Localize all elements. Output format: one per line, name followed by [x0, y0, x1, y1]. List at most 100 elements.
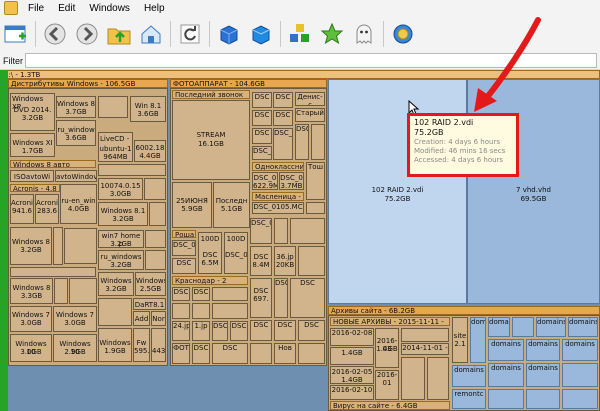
file-tile[interactable]: Последн 5.1GB — [213, 182, 250, 228]
file-tile[interactable]: Win 8.1 3.6GB — [130, 96, 166, 122]
subfolder-header[interactable]: Роша — [172, 230, 196, 238]
photo-tile[interactable]: DSC — [192, 287, 210, 301]
archive-tile[interactable]: domains — [488, 317, 510, 337]
photo-tile[interactable]: DSC — [274, 320, 296, 341]
filter-input[interactable] — [25, 53, 597, 68]
archive-tile[interactable]: domains — [526, 363, 560, 387]
photo-tile[interactable] — [306, 202, 325, 214]
archive-tile[interactable]: 2016-03 1.4GB — [375, 328, 399, 368]
file-tile[interactable] — [64, 228, 97, 264]
photo-tile[interactable] — [274, 218, 288, 244]
photo-tile[interactable] — [250, 343, 272, 364]
file-tile[interactable]: 6002.18 4.4GB — [134, 140, 166, 162]
forward-button[interactable] — [73, 20, 101, 48]
file-tile[interactable]: Windows XI 1.7GB — [10, 133, 55, 157]
file-tile[interactable] — [98, 96, 128, 118]
file-tile[interactable]: STREAM 16.1GB — [172, 100, 250, 180]
group-button[interactable] — [286, 20, 314, 48]
photo-tile[interactable]: DSC_0 622.9M — [252, 172, 278, 190]
photo-tile[interactable]: DSC 8.4M — [250, 246, 272, 276]
file-tile[interactable]: Windows 10 2.9GB — [53, 334, 97, 362]
file-tile[interactable] — [144, 178, 166, 200]
photo-tile[interactable]: DSC_0 3.7MB — [279, 172, 304, 190]
photo-tile[interactable]: DSC — [290, 278, 325, 318]
subfolder-header[interactable]: Последний звонок 62 — [172, 90, 250, 99]
photo-tile[interactable] — [172, 303, 190, 319]
photo-tile[interactable] — [290, 218, 325, 244]
file-tile[interactable] — [145, 230, 166, 248]
file-tile[interactable] — [54, 278, 68, 304]
file-tile[interactable]: LiveCD - ubuntu-1 964MB — [98, 132, 133, 162]
photo-tile[interactable] — [212, 287, 248, 301]
archive-tile[interactable]: remontc — [452, 389, 486, 409]
archive-tile[interactable]: domains — [536, 317, 566, 337]
file-tile[interactable]: avtoWindov — [55, 170, 97, 182]
file-tile[interactable]: Windows XP DVD 2014. 3.2GB — [10, 93, 55, 131]
photo-tile[interactable] — [311, 124, 325, 160]
photo-tile[interactable]: DSC_0 — [273, 128, 293, 160]
file-tile[interactable]: Windows 1.9GB — [98, 328, 132, 362]
photo-tile[interactable]: DSC — [172, 287, 190, 301]
photo-tile[interactable]: DSC_0105.MC — [252, 202, 304, 214]
photo-tile[interactable]: DSC — [252, 110, 272, 126]
archive-tile[interactable] — [401, 357, 425, 400]
back-button[interactable] — [41, 20, 69, 48]
hidden-files-button[interactable] — [350, 20, 378, 48]
photo-tile[interactable]: DSC — [252, 92, 272, 108]
file-tile[interactable] — [98, 298, 132, 326]
photo-tile[interactable]: Старый — [295, 108, 325, 122]
menu-edit[interactable]: Edit — [52, 3, 83, 14]
subfolder-header[interactable]: НОВЫЕ АРХИВЫ - 2015-11-11 - — [330, 317, 450, 326]
archive-tile[interactable]: 2016-01 — [375, 370, 399, 400]
subfolder-header[interactable]: Краснодар - 2 — [172, 276, 248, 285]
file-tile[interactable]: Add — [133, 311, 150, 326]
favorites-button[interactable] — [318, 20, 346, 48]
file-tile[interactable] — [98, 164, 166, 176]
archive-tile[interactable]: domains — [488, 339, 524, 361]
file-tile[interactable]: Windows 7 3.0GB — [53, 306, 97, 332]
file-tile[interactable]: ISOavtoWi — [10, 170, 54, 182]
photo-tile[interactable]: DSC — [250, 320, 272, 341]
photo-tile[interactable]: 24.jp — [172, 321, 190, 341]
archive-tile[interactable]: domai — [470, 317, 486, 363]
photo-tile[interactable]: DSC — [273, 92, 293, 108]
file-tile[interactable]: win7 home p 3.2GB — [98, 230, 144, 248]
photo-tile[interactable]: DSC — [192, 343, 210, 364]
photo-tile[interactable]: DSC — [295, 124, 309, 160]
file-tile[interactable] — [69, 278, 97, 304]
file-tile[interactable] — [149, 202, 166, 226]
file-tile[interactable] — [10, 267, 96, 277]
archive-tile[interactable]: 1.4GB — [330, 347, 374, 365]
archive-tile[interactable] — [526, 389, 560, 409]
menu-file[interactable]: File — [22, 3, 52, 14]
subfolder-header[interactable]: Acronis - 4.8 — [10, 184, 60, 192]
photo-tile[interactable]: DSC — [212, 321, 228, 341]
photo-tile[interactable]: DSC 697. — [250, 278, 272, 318]
subfolder-header[interactable]: Одноклассники — [252, 162, 304, 171]
file-tile[interactable]: ru_windows 3.2GB — [98, 250, 144, 270]
file-tile[interactable]: 25ИЮНЯ 5.9GB — [172, 182, 212, 228]
file-tile[interactable]: ru_window 3.6GB — [56, 120, 96, 146]
file-tile[interactable]: Windows 10 3.0GB — [10, 334, 52, 362]
subfolder-header[interactable]: Масленица - 9 — [252, 192, 304, 201]
photo-tile[interactable]: DSC_0 — [250, 218, 272, 244]
file-tile[interactable]: ru-en_win 4.0GB — [60, 184, 97, 224]
archive-tile[interactable] — [427, 357, 449, 400]
photo-tile[interactable]: Нов — [274, 343, 296, 364]
archive-tile[interactable]: 2016-02-05 1.4GB — [330, 366, 374, 384]
photo-tile[interactable]: 100D DSC_0 — [224, 232, 248, 274]
file-tile[interactable]: Acroni 941.6 — [10, 194, 34, 224]
photo-tile[interactable] — [192, 303, 210, 319]
archive-tile[interactable]: domains — [562, 339, 598, 361]
photo-tile[interactable] — [212, 303, 248, 319]
file-tile[interactable]: Windows 7 3.0GB — [10, 306, 52, 332]
cube-view-button[interactable] — [215, 20, 243, 48]
archive-tile[interactable] — [562, 363, 598, 387]
photo-tile[interactable]: DSC_0 — [172, 240, 196, 256]
cube-flat-button[interactable] — [247, 20, 275, 48]
photo-tile[interactable]: 36.jp 20KB — [274, 246, 296, 276]
file-tile[interactable]: Windows 8 3.2GB — [10, 227, 52, 265]
group-header-photo[interactable]: ФОТОАППАРАТ - 104.6GB — [170, 79, 327, 88]
subfolder-header[interactable]: Вирус на сайте - 6.4GB — [330, 401, 450, 410]
photo-tile[interactable]: DSC — [274, 278, 288, 318]
